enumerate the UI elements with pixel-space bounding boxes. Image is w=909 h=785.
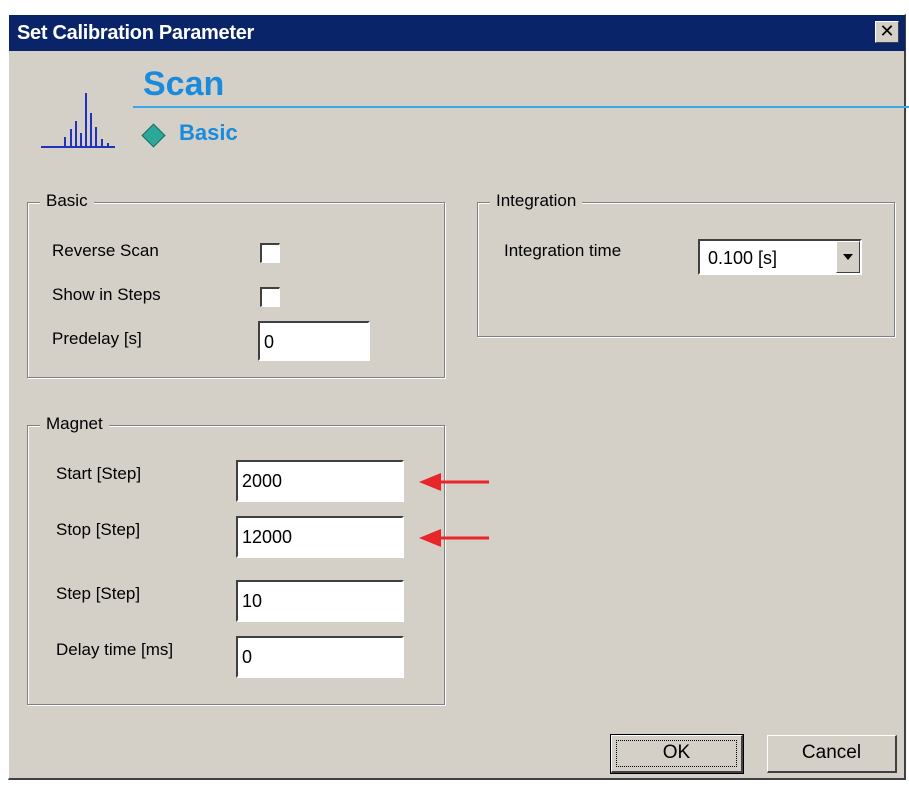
stop-step-input[interactable]: 12000 — [236, 516, 404, 558]
ok-button[interactable]: OK — [610, 734, 744, 774]
dropdown-button[interactable] — [836, 241, 860, 273]
step-step-label: Step [Step] — [56, 584, 141, 603]
integration-group: Integration Integration time 0.100 [s] — [477, 191, 895, 337]
section-title: Scan — [143, 65, 225, 103]
integration-time-select[interactable]: 0.100 [s] — [698, 239, 862, 275]
header-divider — [133, 106, 909, 108]
step-step-input[interactable]: 10 — [236, 580, 404, 622]
close-button[interactable]: ✕ — [875, 21, 899, 43]
stop-step-label: Stop [Step] — [56, 520, 141, 539]
calibration-dialog: Set Calibration Parameter ✕ Scan Basic B… — [8, 14, 909, 780]
cancel-button[interactable]: Cancel — [767, 735, 897, 773]
cancel-button-label: Cancel — [801, 742, 862, 763]
start-step-label: Start [Step] — [56, 464, 142, 483]
focus-rect — [616, 740, 737, 767]
chevron-down-icon — [843, 254, 853, 260]
show-in-steps-checkbox[interactable] — [260, 287, 280, 307]
delay-time-label: Delay time [ms] — [56, 640, 174, 659]
arrow-stop-annotation — [419, 529, 489, 547]
magnet-group: Magnet Start [Step] 2000 Stop [Step] 120… — [27, 414, 445, 705]
integration-time-label: Integration time — [504, 241, 622, 260]
arrow-start-annotation — [419, 473, 489, 491]
start-step-input[interactable]: 2000 — [236, 460, 404, 502]
integration-group-legend: Integration — [490, 191, 583, 211]
integration-time-value: 0.100 [s] — [708, 248, 778, 268]
spectrum-icon — [41, 93, 115, 148]
predelay-label: Predelay [s] — [52, 329, 142, 348]
window-title: Set Calibration Parameter — [17, 22, 255, 44]
section-subtitle: Basic — [179, 120, 238, 145]
show-in-steps-label: Show in Steps — [52, 285, 161, 304]
basic-group-legend: Basic — [40, 191, 94, 211]
reverse-scan-label: Reverse Scan — [52, 241, 159, 260]
predelay-input[interactable]: 0 — [258, 321, 370, 361]
title-bar[interactable]: Set Calibration Parameter ✕ — [9, 15, 905, 51]
reverse-scan-checkbox[interactable] — [260, 243, 280, 263]
diamond-icon — [141, 123, 166, 148]
delay-time-input[interactable]: 0 — [236, 636, 404, 678]
basic-group: Basic Reverse Scan Show in Steps Predela… — [27, 191, 445, 378]
magnet-group-legend: Magnet — [40, 414, 109, 434]
